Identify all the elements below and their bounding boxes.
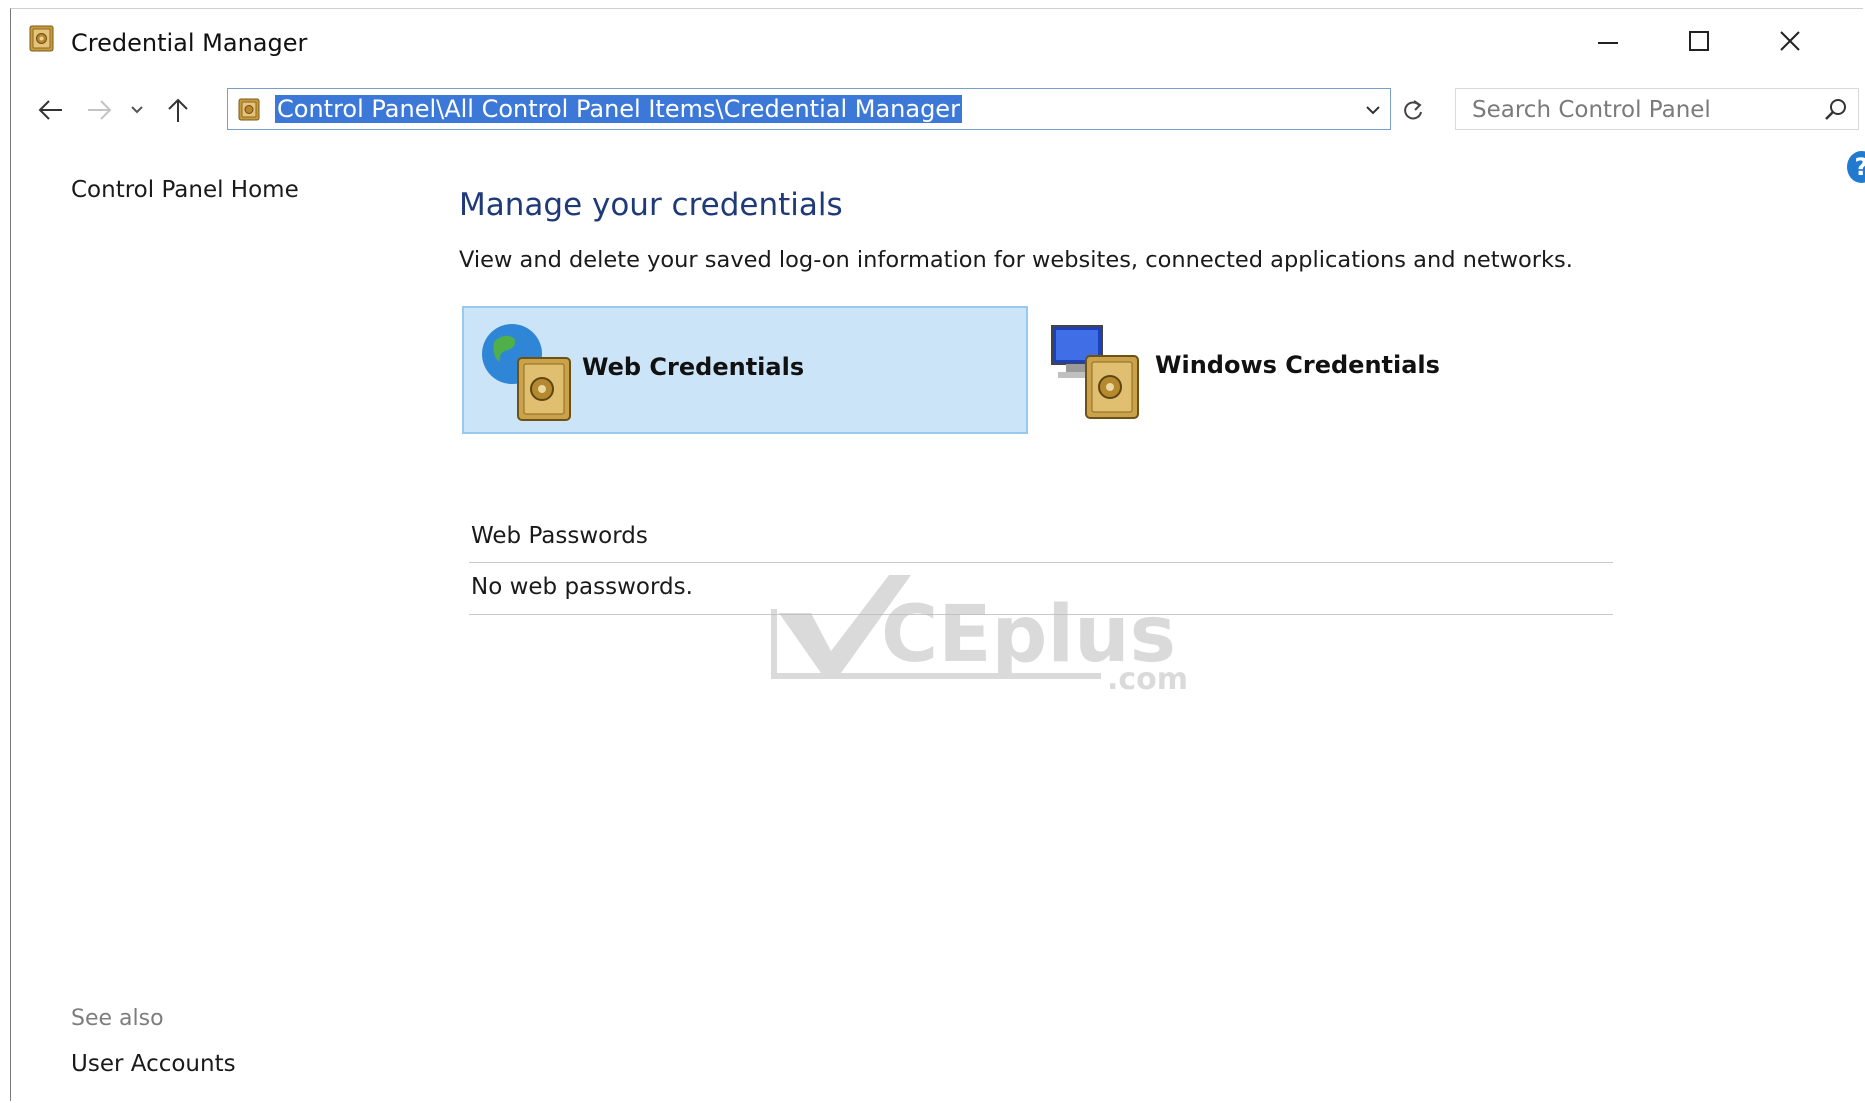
up-arrow-icon — [168, 98, 188, 122]
help-icon[interactable]: ? — [1847, 151, 1865, 183]
minimize-icon — [1598, 42, 1618, 44]
credential-manager-location-icon — [238, 98, 260, 121]
windows-credentials-tile[interactable]: Windows Credentials — [1034, 306, 1474, 434]
refresh-icon — [1404, 100, 1422, 120]
title-bar[interactable]: Credential Manager — [11, 9, 1863, 73]
globe-vault-icon — [482, 324, 571, 421]
recent-locations-button[interactable] — [123, 90, 151, 130]
page-description: View and delete your saved log-on inform… — [459, 247, 1573, 273]
address-bar[interactable]: Control Panel\All Control Panel Items\Cr… — [227, 88, 1391, 130]
web-passwords-header: Web Passwords — [471, 523, 648, 549]
windows-credentials-label: Windows Credentials — [1155, 351, 1440, 379]
chevron-down-icon — [1366, 106, 1380, 115]
watermark-suffix: .com — [1107, 662, 1188, 697]
credential-manager-app-icon — [29, 25, 54, 52]
address-path[interactable]: Control Panel\All Control Panel Items\Cr… — [275, 95, 962, 123]
forward-button[interactable] — [81, 90, 119, 130]
maximize-button[interactable] — [1653, 9, 1745, 73]
web-credentials-label: Web Credentials — [582, 353, 805, 381]
web-credentials-tile[interactable]: Web Credentials — [462, 306, 1028, 434]
no-web-passwords-message: No web passwords. — [471, 574, 693, 600]
forward-arrow-icon — [88, 100, 112, 120]
window-title: Credential Manager — [71, 29, 308, 57]
control-panel-home-link[interactable]: Control Panel Home — [71, 177, 299, 203]
address-history-dropdown[interactable] — [1360, 97, 1386, 123]
section-divider — [469, 562, 1613, 563]
close-button[interactable] — [1744, 9, 1836, 73]
back-button[interactable] — [31, 90, 69, 130]
see-also-label: See also — [71, 1006, 164, 1031]
search-input[interactable] — [1456, 89, 1814, 131]
close-icon — [1780, 31, 1800, 51]
search-box[interactable] — [1455, 88, 1859, 131]
minimize-button[interactable] — [1562, 9, 1654, 73]
page-heading: Manage your credentials — [459, 187, 843, 223]
user-accounts-link[interactable]: User Accounts — [71, 1051, 236, 1077]
refresh-button[interactable] — [1394, 90, 1432, 130]
maximize-icon — [1689, 31, 1709, 51]
search-icon[interactable] — [1822, 96, 1850, 124]
back-arrow-icon — [38, 100, 62, 120]
credential-manager-window: Credential Manager Control Panel\All Con… — [10, 8, 1865, 1101]
computer-vault-icon — [1051, 325, 1139, 419]
ceplus-watermark: CEplus .com — [771, 575, 1188, 697]
up-button[interactable] — [159, 90, 197, 130]
chevron-down-icon — [131, 106, 143, 114]
